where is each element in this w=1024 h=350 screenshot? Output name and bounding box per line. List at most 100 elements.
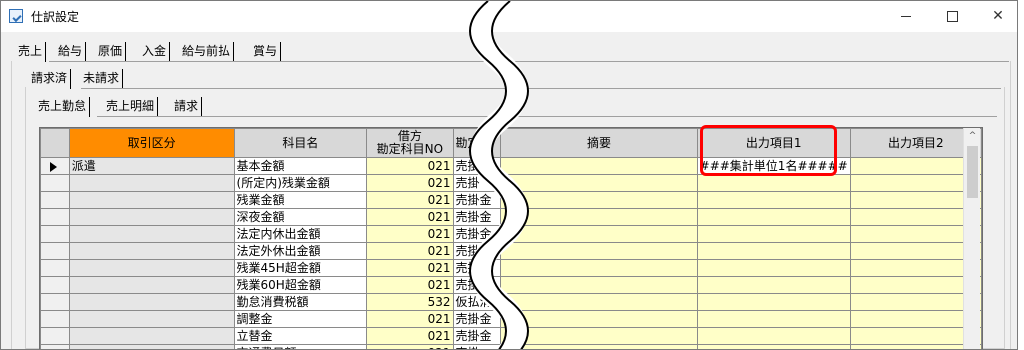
output1-cell[interactable] xyxy=(696,225,851,243)
column-header-output1[interactable]: 出力項目1 xyxy=(696,128,851,158)
memo-cell[interactable] xyxy=(500,174,698,192)
category-cell[interactable] xyxy=(68,242,235,260)
row-selector[interactable] xyxy=(40,174,70,192)
category-cell[interactable]: 派遣 xyxy=(68,157,235,175)
row-selector[interactable] xyxy=(40,276,70,294)
account-name-cell[interactable]: 残業60H超金額 xyxy=(233,276,368,294)
tab-bonus[interactable]: 賞与 xyxy=(250,42,282,62)
column-header-category[interactable]: 取引区分 xyxy=(68,128,235,158)
output2-cell[interactable] xyxy=(849,310,982,328)
tab-salary[interactable]: 給与 xyxy=(55,42,87,62)
tab-sales-attendance[interactable]: 売上勤怠 xyxy=(35,97,91,117)
output2-cell[interactable] xyxy=(849,327,982,345)
close-button[interactable]: ✕ xyxy=(975,1,1017,32)
account-name-cell[interactable]: 交通費日額 xyxy=(233,344,368,349)
debit-code-cell[interactable]: 021 xyxy=(366,174,454,192)
row-selector[interactable] xyxy=(40,242,70,260)
output2-cell[interactable] xyxy=(849,293,982,311)
category-cell[interactable] xyxy=(68,293,235,311)
row-selector[interactable] xyxy=(40,191,70,209)
output1-cell[interactable] xyxy=(696,327,851,345)
category-cell[interactable] xyxy=(68,225,235,243)
row-selector[interactable] xyxy=(40,327,70,345)
debit-code-cell[interactable]: 021 xyxy=(366,310,454,328)
tab-salary-advance[interactable]: 給与前払 xyxy=(179,42,235,62)
category-cell[interactable] xyxy=(68,344,235,349)
memo-cell[interactable] xyxy=(500,310,698,328)
output1-cell[interactable] xyxy=(696,242,851,260)
output2-cell[interactable] xyxy=(849,157,982,175)
tab-sales-detail[interactable]: 売上明細 xyxy=(103,97,159,117)
memo-cell[interactable] xyxy=(500,208,698,226)
memo-cell[interactable] xyxy=(500,191,698,209)
account-name-cell[interactable]: 勤怠消費税額 xyxy=(233,293,368,311)
column-header-output2[interactable]: 出力項目2 xyxy=(849,128,982,158)
column-header-account-name[interactable]: 科目名 xyxy=(233,128,368,158)
output1-cell[interactable] xyxy=(696,208,851,226)
output1-cell[interactable] xyxy=(696,293,851,311)
debit-code-cell[interactable]: 021 xyxy=(366,276,454,294)
debit-code-cell[interactable]: 021 xyxy=(366,208,454,226)
category-cell[interactable] xyxy=(68,310,235,328)
debit-code-cell[interactable]: 021 xyxy=(366,327,454,345)
account-name-cell[interactable]: 立替金 xyxy=(233,327,368,345)
tab-sales[interactable]: 売上 xyxy=(15,42,47,62)
debit-code-cell[interactable]: 021 xyxy=(366,225,454,243)
output1-cell[interactable] xyxy=(696,276,851,294)
category-cell[interactable] xyxy=(68,208,235,226)
account-name-cell[interactable]: 深夜金額 xyxy=(233,208,368,226)
memo-cell[interactable] xyxy=(500,259,698,277)
account-name-cell[interactable]: (所定内)残業金額 xyxy=(233,174,368,192)
tab-billed[interactable]: 請求済 xyxy=(28,69,72,89)
output1-cell[interactable] xyxy=(696,344,851,349)
scroll-up-icon[interactable]: ^ xyxy=(964,128,981,145)
output2-cell[interactable] xyxy=(849,344,982,349)
debit-code-cell[interactable]: 021 xyxy=(366,242,454,260)
scrollbar-thumb[interactable] xyxy=(967,146,978,198)
row-selector[interactable] xyxy=(40,208,70,226)
row-selector[interactable] xyxy=(40,157,70,175)
vertical-scrollbar[interactable]: ^ xyxy=(963,128,981,349)
category-cell[interactable] xyxy=(68,259,235,277)
output2-cell[interactable] xyxy=(849,174,982,192)
account-name-cell[interactable]: 基本金額 xyxy=(233,157,368,175)
debit-code-cell[interactable]: 021 xyxy=(366,191,454,209)
memo-cell[interactable] xyxy=(500,242,698,260)
memo-cell[interactable] xyxy=(500,293,698,311)
row-selector[interactable] xyxy=(40,344,70,349)
output2-cell[interactable] xyxy=(849,242,982,260)
memo-cell[interactable] xyxy=(500,344,698,349)
memo-cell[interactable] xyxy=(500,225,698,243)
output2-cell[interactable] xyxy=(849,276,982,294)
output1-cell[interactable] xyxy=(696,174,851,192)
column-header-debit-no[interactable]: 借方 勘定科目NO xyxy=(366,128,454,158)
debit-code-cell[interactable]: 021 xyxy=(366,344,454,349)
row-selector[interactable] xyxy=(40,293,70,311)
output1-cell[interactable] xyxy=(696,310,851,328)
memo-cell[interactable] xyxy=(500,157,698,175)
output2-cell[interactable] xyxy=(849,208,982,226)
debit-code-cell[interactable]: 021 xyxy=(366,259,454,277)
row-selector[interactable] xyxy=(40,225,70,243)
row-selector[interactable] xyxy=(40,310,70,328)
tab-unbilled[interactable]: 未請求 xyxy=(80,69,124,89)
output2-cell[interactable] xyxy=(849,259,982,277)
output2-cell[interactable] xyxy=(849,191,982,209)
column-header-memo[interactable]: 摘要 xyxy=(500,128,698,158)
tab-invoice[interactable]: 請求 xyxy=(171,97,203,117)
account-name-cell[interactable]: 調整金 xyxy=(233,310,368,328)
row-selector[interactable] xyxy=(40,259,70,277)
minimize-button[interactable] xyxy=(883,1,929,32)
category-cell[interactable] xyxy=(68,327,235,345)
category-cell[interactable] xyxy=(68,191,235,209)
debit-code-cell[interactable]: 021 xyxy=(366,157,454,175)
tab-payment-received[interactable]: 入金 xyxy=(139,42,171,62)
category-cell[interactable] xyxy=(68,174,235,192)
memo-cell[interactable] xyxy=(500,276,698,294)
account-name-cell[interactable]: 法定外休出金額 xyxy=(233,242,368,260)
output1-cell[interactable] xyxy=(696,259,851,277)
output2-cell[interactable] xyxy=(849,225,982,243)
tab-cost[interactable]: 原価 xyxy=(95,42,127,62)
output1-cell[interactable] xyxy=(696,191,851,209)
account-name-cell[interactable]: 法定内休出金額 xyxy=(233,225,368,243)
